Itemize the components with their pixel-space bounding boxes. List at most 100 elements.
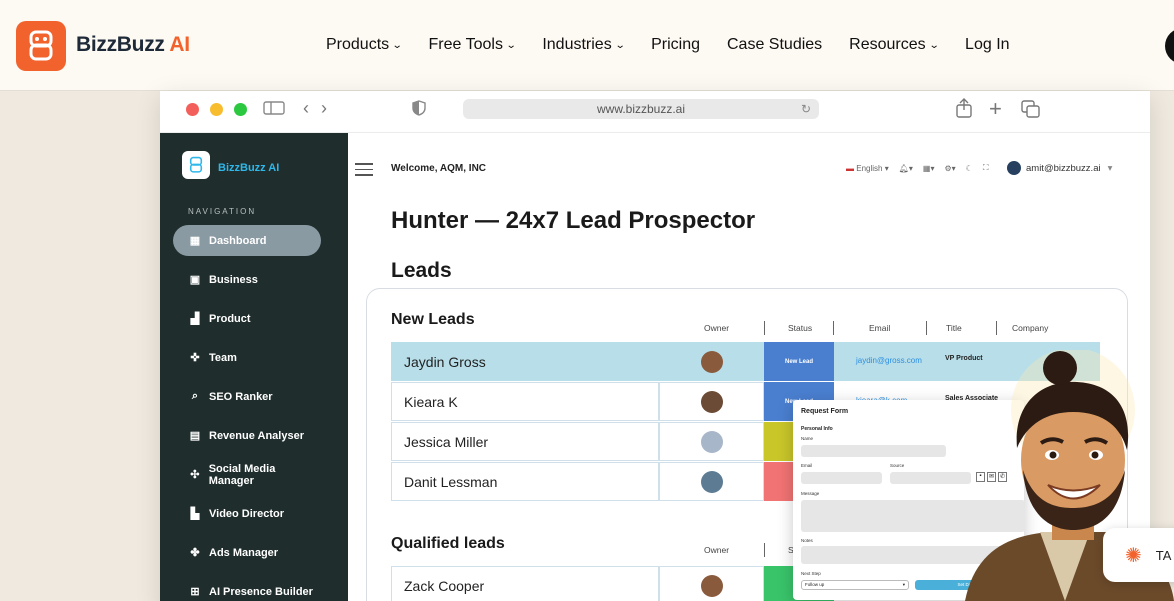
app-brand: BizzBuzz AI	[218, 162, 280, 174]
user-menu[interactable]: amit@bizzbuzz.ai ▾	[1007, 161, 1112, 175]
form-title: Request Form	[801, 408, 849, 415]
nav-link-free-tools[interactable]: Free Tools ⌄	[429, 36, 517, 54]
chevron-down-icon: ⌄	[391, 39, 403, 51]
sidebar-item-team[interactable]: ✜ Team	[173, 342, 321, 373]
sidebar-item-label: Video Director	[209, 507, 284, 520]
owner-cell	[659, 462, 764, 501]
maximize-dot[interactable]	[234, 103, 247, 116]
avatar[interactable]	[700, 390, 723, 413]
column-divider	[764, 321, 765, 335]
sidebar-item-label: Team	[209, 351, 237, 364]
column-divider	[833, 321, 834, 335]
minimize-dot[interactable]	[210, 103, 223, 116]
sidebar-item-social-media-manager[interactable]: ✣ Social Media Manager	[173, 459, 321, 490]
nav-link-label: Industries	[542, 36, 612, 53]
column-header[interactable]: Email	[869, 323, 890, 333]
forward-icon[interactable]: ›	[321, 98, 327, 119]
sidebar-item-label: Product	[209, 312, 251, 325]
sidebar-item-business[interactable]: ▣ Business	[173, 264, 321, 295]
sidebar-item-seo-ranker[interactable]: ⌕ SEO Ranker	[173, 381, 321, 412]
qualified-leads-title: Qualified leads	[391, 535, 505, 552]
nav-link-case-studies[interactable]: Case Studies	[727, 36, 822, 54]
lead-name: Jaydin Gross	[404, 353, 486, 370]
nav-link-label: Pricing	[651, 36, 700, 53]
apps-icon[interactable]: ▦▾	[923, 164, 935, 173]
table-row[interactable]: Kieara K	[391, 382, 659, 421]
page-title: Hunter — 24x7 Lead Prospector	[391, 207, 756, 234]
sidebar-item-label: Ads Manager	[209, 546, 279, 559]
app-logo-icon[interactable]	[182, 151, 210, 179]
nav-link-industries[interactable]: Industries ⌄	[542, 36, 625, 54]
avatar[interactable]	[700, 574, 723, 597]
column-divider	[996, 321, 997, 335]
table-row[interactable]: Danit Lessman	[391, 462, 659, 501]
settings-icon[interactable]: ⚙▾	[944, 164, 955, 173]
next-step-select[interactable]: Follow up ▾	[801, 580, 909, 590]
lead-name: Danit Lessman	[404, 473, 498, 490]
brand-name-part1: BizzBuzz	[76, 33, 165, 56]
nav-link-label: Log In	[965, 36, 1010, 53]
sidebar-item-label: SEO Ranker	[209, 390, 273, 403]
sidebar-item-dashboard[interactable]: ▦ Dashboard	[173, 225, 321, 256]
status-badge[interactable]: New Lead	[764, 342, 834, 381]
avatar[interactable]	[700, 430, 723, 453]
lead-name: Zack Cooper	[404, 577, 485, 594]
new-tab-icon[interactable]: +	[989, 96, 1002, 122]
reload-icon[interactable]: ↻	[801, 99, 811, 119]
sidebar-item-ai-presence-builder[interactable]: ⊞ AI Presence Builder	[173, 576, 321, 601]
user-email: amit@bizzbuzz.ai	[1026, 162, 1101, 174]
theme-icon[interactable]: ☾	[966, 164, 973, 173]
nav-link-resources[interactable]: Resources ⌄	[849, 36, 940, 54]
bar-chart-icon: ▟	[190, 313, 200, 325]
chevron-down-icon: ▾	[1107, 162, 1113, 174]
sidebar-item-ads-manager[interactable]: ✤ Ads Manager	[173, 537, 321, 568]
email-field[interactable]	[801, 472, 882, 484]
table-row[interactable]: Zack Cooper	[391, 566, 659, 601]
language-select[interactable]: ▬ English ▾	[846, 164, 889, 173]
chat-widget-button[interactable]: ✺ TA	[1103, 528, 1174, 582]
nav-link-products[interactable]: Products ⌄	[326, 36, 403, 54]
cta-button[interactable]	[1165, 28, 1174, 64]
nav-link-label: Case Studies	[727, 36, 823, 53]
column-header[interactable]: Owner	[704, 545, 729, 555]
name-field[interactable]	[801, 445, 946, 457]
brand-logo-icon[interactable]	[16, 21, 66, 71]
next-step-label: Next Step	[801, 571, 821, 576]
header-tools: ▬ English ▾ 🔔︎▾ ▦▾ ⚙▾ ☾ ⛶	[846, 163, 988, 173]
fullscreen-icon[interactable]: ⛶	[983, 163, 989, 173]
avatar[interactable]	[700, 350, 723, 373]
menu-icon[interactable]	[355, 163, 373, 180]
chevron-down-icon: ▾	[902, 582, 905, 587]
share-icon[interactable]	[955, 98, 973, 123]
column-header[interactable]: Owner	[704, 323, 729, 333]
column-header[interactable]: Title	[946, 323, 962, 333]
tabs-overview-icon[interactable]	[1021, 100, 1041, 123]
browser-toolbar: ‹ › www.bizzbuzz.ai ↻ +	[160, 91, 1150, 133]
chat-widget-label: TA	[1155, 547, 1172, 563]
nav-link-pricing[interactable]: Pricing	[651, 36, 700, 54]
column-divider	[764, 543, 765, 557]
team-icon: ✜	[190, 352, 200, 364]
table-row[interactable]: Jessica Miller	[391, 422, 659, 461]
sidebar-item-label: Social Media Manager	[208, 462, 276, 487]
avatar[interactable]	[700, 470, 723, 493]
column-header[interactable]: Company	[1012, 323, 1048, 333]
chevron-down-icon: ⌄	[928, 39, 940, 51]
lead-email[interactable]: jaydin@gross.com	[856, 356, 922, 365]
back-icon[interactable]: ‹	[303, 98, 309, 119]
video-icon: ▙	[190, 508, 200, 520]
ads-icon: ✤	[190, 547, 200, 559]
sidebar-item-video-director[interactable]: ▙ Video Director	[173, 498, 321, 529]
plus-icon: ⊞	[190, 586, 200, 598]
nav-link-log-in[interactable]: Log In	[965, 36, 1009, 54]
column-header[interactable]: Status	[788, 323, 812, 333]
app-sidebar: BizzBuzz AI NAVIGATION ▦ Dashboard ▣ Busine…	[160, 133, 348, 601]
url-bar[interactable]: www.bizzbuzz.ai ↻	[463, 99, 819, 119]
owner-cell	[659, 566, 764, 601]
sidebar-toggle-icon[interactable]	[263, 100, 285, 121]
sidebar-item-product[interactable]: ▟ Product	[173, 303, 321, 334]
brand-name[interactable]: BizzBuzz AI	[76, 33, 190, 57]
sidebar-item-revenue-analyser[interactable]: ▤ Revenue Analyser	[173, 420, 321, 451]
bell-icon[interactable]: 🔔︎▾	[899, 164, 913, 173]
close-dot[interactable]	[186, 103, 199, 116]
